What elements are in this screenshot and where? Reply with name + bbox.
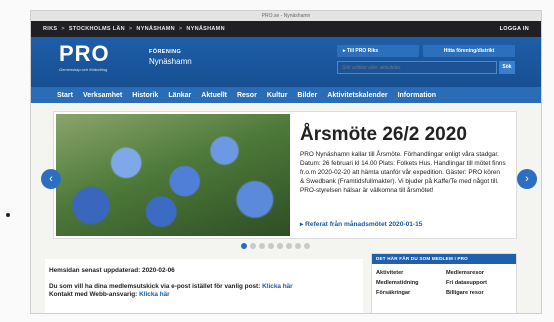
email-subscription-text: Du som vill ha dina medlemsutskick via e…: [49, 283, 293, 290]
window-title: PRO.se - Nynäshamn: [31, 11, 541, 21]
organization-name: FÖRENING Nynäshamn: [149, 49, 192, 66]
monitor-bezel-dot: [6, 213, 10, 217]
slider-dot[interactable]: [295, 243, 301, 249]
slider-dots: [241, 243, 310, 249]
search-button[interactable]: Sök: [499, 61, 515, 74]
breadcrumb-separator: >: [128, 26, 133, 32]
find-association-button[interactable]: Hitta förening/distrikt: [423, 45, 515, 57]
nav-item-verksamhet[interactable]: Verksamhet: [81, 91, 124, 100]
pro-riks-label: Till PRO Riks: [346, 48, 379, 54]
nav-item-historik[interactable]: Historik: [130, 91, 160, 100]
browser-screen: PRO.se - Nynäshamn RIKS > STOCKHOLMS LÄN…: [30, 10, 542, 314]
nav-item-aktivitetskalender[interactable]: Aktivitetskalender: [325, 91, 389, 100]
breadcrumb-separator: >: [61, 26, 65, 32]
member-benefits-box: DET HÄR FÅR DU SOM MEDLEM I PRO Aktivite…: [371, 253, 517, 313]
email-subscription-label: Du som vill ha dina medlemsutskick via e…: [49, 283, 261, 290]
slide-link-label: Referat från månadsmötet 2020-01-15: [305, 221, 423, 228]
pro-riks-button[interactable]: ▸ Till PRO Riks: [337, 45, 419, 57]
nav-item-bilder[interactable]: Bilder: [295, 91, 319, 100]
monitor-bezel-left: [0, 0, 30, 322]
webmaster-contact-label: Kontakt med Webb-ansvarig:: [49, 291, 138, 298]
nav-item-resor[interactable]: Resor: [235, 91, 259, 100]
breadcrumb-item-riks[interactable]: RIKS: [43, 26, 57, 32]
benefit-item-forsakringar[interactable]: Försäkringar: [376, 290, 446, 296]
org-name: Nynäshamn: [149, 57, 192, 66]
logo-text: PRO: [59, 41, 110, 66]
monitor-bezel-top: [0, 0, 554, 10]
main-nav: Start Verksamhet Historik Länkar Aktuell…: [31, 87, 541, 103]
slider-dot[interactable]: [304, 243, 310, 249]
slider-dot[interactable]: [277, 243, 283, 249]
benefit-item-billigare-resor[interactable]: Billigare resor: [446, 290, 516, 296]
nav-item-aktuellt[interactable]: Aktuellt: [199, 91, 229, 100]
benefit-item-aktiviteter[interactable]: Aktiviteter: [376, 270, 446, 276]
benefit-item-datasupport[interactable]: Fri datasupport: [446, 280, 516, 286]
pro-logo[interactable]: PRO Gemenskap och förändring: [59, 41, 129, 73]
member-benefits-heading: DET HÄR FÅR DU SOM MEDLEM I PRO: [372, 254, 516, 264]
slider-dot[interactable]: [268, 243, 274, 249]
org-kicker: FÖRENING: [149, 49, 182, 55]
slider-dot[interactable]: [259, 243, 265, 249]
chevron-right-icon[interactable]: ›: [517, 169, 537, 189]
slider-dot[interactable]: [286, 243, 292, 249]
benefit-item-medlemsresor[interactable]: Medlemsresor: [446, 270, 516, 276]
breadcrumb: RIKS > STOCKHOLMS LÄN > NYNÄSHAMN > NYNÄ…: [31, 21, 541, 37]
member-benefits-list: Aktiviteter Medlemsresor Medlemstidning …: [372, 264, 516, 302]
search-input[interactable]: [337, 61, 497, 74]
benefit-item-medlemstidning[interactable]: Medlemstidning: [376, 280, 446, 286]
nav-item-start[interactable]: Start: [55, 91, 75, 100]
webmaster-contact-link[interactable]: Klicka här: [139, 291, 170, 298]
monitor-bezel-right: [542, 0, 554, 322]
main-content: Årsmöte 26/2 2020 PRO Nynäshamn kallar t…: [31, 103, 541, 313]
login-link[interactable]: LOGGA IN: [500, 26, 529, 32]
nav-item-lankar[interactable]: Länkar: [166, 91, 193, 100]
nav-item-information[interactable]: Information: [396, 91, 439, 100]
slider-dot[interactable]: [241, 243, 247, 249]
chevron-left-icon[interactable]: ‹: [41, 169, 61, 189]
breadcrumb-separator: >: [178, 26, 183, 32]
email-subscription-link[interactable]: Klicka här: [262, 283, 293, 290]
monitor-bezel-bottom: [0, 314, 554, 322]
page-info: Hemsidan senast uppdaterad: 2020-02-06 D…: [45, 259, 363, 313]
breadcrumb-item-district[interactable]: NYNÄSHAMN: [136, 26, 174, 32]
webmaster-contact-text: Kontakt med Webb-ansvarig: Klicka här: [49, 291, 170, 298]
nav-item-kultur[interactable]: Kultur: [265, 91, 290, 100]
news-slider: Årsmöte 26/2 2020 PRO Nynäshamn kallar t…: [53, 111, 517, 239]
logo-tagline: Gemenskap och förändring: [59, 67, 108, 72]
breadcrumb-item-forening[interactable]: NYNÄSHAMN: [186, 26, 224, 32]
slide-body: PRO Nynäshamn kallar till Årsmöte. Förha…: [300, 151, 506, 194]
slide-title[interactable]: Årsmöte 26/2 2020: [300, 124, 467, 146]
slide-link[interactable]: ▸ Referat från månadsmötet 2020-01-15: [300, 220, 422, 228]
slider-dot[interactable]: [250, 243, 256, 249]
slide-image[interactable]: [56, 114, 290, 236]
site-header: PRO Gemenskap och förändring FÖRENING Ny…: [31, 37, 541, 87]
breadcrumb-item-lan[interactable]: STOCKHOLMS LÄN: [69, 26, 125, 32]
last-updated: Hemsidan senast uppdaterad: 2020-02-06: [49, 267, 175, 274]
